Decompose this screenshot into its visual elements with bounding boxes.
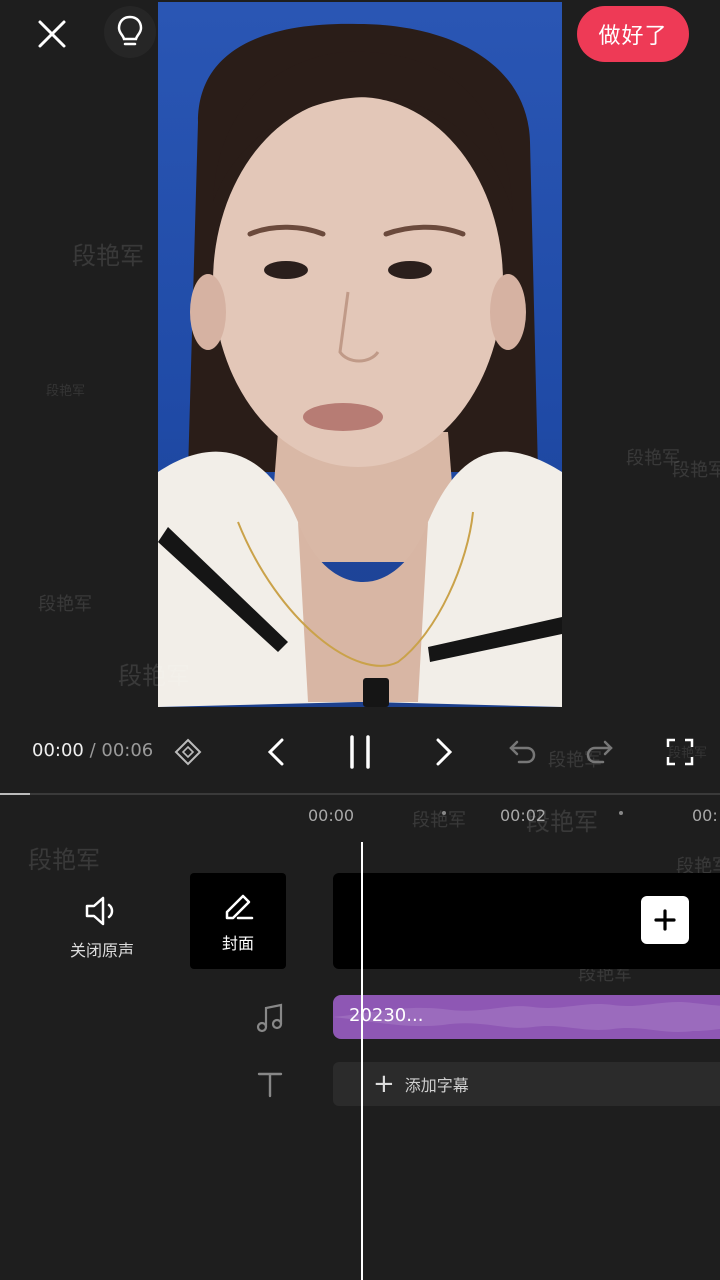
- preview-portrait: [158, 23, 562, 707]
- redo-button[interactable]: [576, 728, 624, 776]
- mute-original-audio-button[interactable]: 关闭原声: [60, 888, 144, 968]
- redo-icon: [586, 740, 613, 764]
- time-tick: 00:02: [500, 806, 547, 825]
- close-icon: [38, 20, 66, 48]
- previous-frame-button[interactable]: [252, 728, 300, 776]
- keyframe-icon: [174, 738, 202, 766]
- mute-label: 关闭原声: [69, 941, 134, 960]
- undo-button[interactable]: [498, 728, 546, 776]
- progress-fill: [0, 793, 30, 795]
- chevron-right-icon: [436, 738, 453, 766]
- watermark: 段艳军: [38, 594, 92, 615]
- time-tick-dot: [619, 811, 623, 815]
- cover-button[interactable]: 封面: [190, 873, 286, 969]
- progress-track[interactable]: [0, 793, 720, 795]
- time-tick: 00:00: [308, 806, 355, 825]
- watermark: 段艳军: [672, 460, 720, 481]
- text-icon: [257, 1072, 283, 1098]
- music-track-button[interactable]: [254, 1000, 286, 1036]
- cover-label: 封面: [221, 934, 254, 953]
- pencil-icon: [225, 894, 254, 920]
- keyframe-button[interactable]: [164, 728, 212, 776]
- done-button[interactable]: 做好了: [577, 6, 689, 62]
- next-frame-button[interactable]: [420, 728, 468, 776]
- play-pause-button[interactable]: [336, 728, 384, 776]
- video-preview[interactable]: [158, 2, 562, 707]
- time-tick: 00:: [692, 806, 718, 825]
- watermark: 段艳军: [412, 810, 466, 831]
- pause-icon: [350, 735, 370, 769]
- add-clip-button[interactable]: [641, 896, 689, 944]
- watermark: 段艳军: [72, 242, 144, 270]
- add-subtitle-button[interactable]: + 添加字幕: [333, 1062, 720, 1106]
- undo-icon: [509, 740, 536, 764]
- fullscreen-icon: [666, 738, 694, 766]
- chevron-left-icon: [267, 738, 284, 766]
- time-tick-dot: [442, 811, 446, 815]
- time-separator: /: [83, 740, 102, 761]
- lightbulb-icon: [117, 15, 143, 46]
- speaker-icon: [85, 896, 114, 926]
- tip-button[interactable]: [104, 6, 156, 58]
- text-track-button[interactable]: [254, 1066, 286, 1102]
- playhead[interactable]: [361, 842, 363, 1280]
- plus-icon: [654, 909, 676, 931]
- music-note-icon: [256, 1003, 283, 1033]
- close-button[interactable]: [28, 12, 76, 56]
- total-time: 00:06: [101, 740, 154, 761]
- audio-clip[interactable]: 20230...: [333, 995, 720, 1039]
- add-subtitle-label: 添加字幕: [404, 1076, 469, 1095]
- current-time: 00:00: [32, 740, 84, 761]
- plus-icon: +: [373, 1069, 395, 1099]
- watermark: 段艳军: [28, 846, 100, 874]
- watermark: 段艳军: [46, 384, 86, 399]
- time-display: 00:00 / 00:06: [32, 740, 153, 761]
- fullscreen-button[interactable]: [656, 728, 704, 776]
- watermark: 段艳军: [626, 448, 680, 469]
